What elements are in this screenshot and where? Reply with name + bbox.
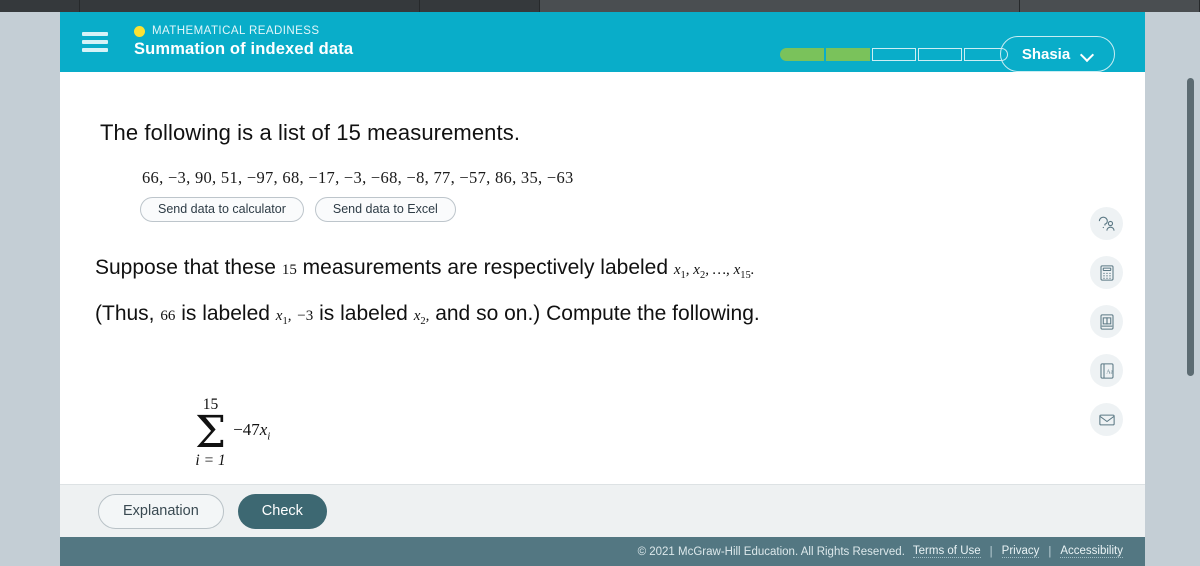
- question-content: The following is a list of 15 measuremen…: [60, 72, 1145, 484]
- reference-book-icon[interactable]: [1090, 305, 1123, 338]
- prompt-part-d: is labeled: [181, 302, 270, 325]
- user-menu-button[interactable]: Shasia: [1000, 36, 1115, 72]
- svg-text:Aa: Aa: [1106, 369, 1113, 375]
- footer-separator: |: [1048, 545, 1052, 558]
- chevron-down-icon: [1082, 49, 1093, 60]
- glossary-icon[interactable]: Aa: [1090, 354, 1123, 387]
- browser-tab[interactable]: [80, 0, 420, 12]
- privacy-link[interactable]: Privacy: [1001, 545, 1040, 558]
- explanation-button[interactable]: Explanation: [98, 493, 224, 529]
- measurement-data-list: 66, −3, 90, 51, −97, 68, −17, −3, −68, −…: [142, 168, 574, 187]
- summation-coefficient: −47: [233, 420, 260, 440]
- progress-pip-empty: [872, 48, 916, 61]
- app-header: MATHEMATICAL READINESS Summation of inde…: [60, 12, 1145, 72]
- prompt-second-value: −3: [297, 308, 314, 324]
- prompt-part-b: measurements are respectively labeled: [302, 256, 669, 279]
- page-scrollbar-thumb[interactable]: [1187, 78, 1194, 376]
- footer: © 2021 McGraw-Hill Education. All Rights…: [60, 537, 1145, 566]
- prompt-second-label: x2,: [413, 308, 430, 327]
- send-to-excel-button[interactable]: Send data to Excel: [314, 197, 456, 222]
- prompt-first-value: 66: [160, 308, 176, 324]
- prompt-line-2: Suppose that these 15 measurements are r…: [95, 249, 1105, 341]
- user-name-label: Shasia: [1021, 45, 1071, 63]
- prompt-part-a: Suppose that these: [95, 256, 276, 279]
- accessibility-link[interactable]: Accessibility: [1060, 545, 1123, 558]
- lesson-title-block: MATHEMATICAL READINESS Summation of inde…: [134, 25, 353, 59]
- yellow-status-dot: [134, 25, 145, 37]
- calculator-icon[interactable]: [1090, 256, 1123, 289]
- ask-tutor-icon[interactable]: [1090, 207, 1123, 240]
- course-name: MATHEMATICAL READINESS: [152, 25, 320, 37]
- sigma-stack: 15 Σ i = 1: [195, 397, 226, 469]
- action-bar: Explanation Check: [60, 484, 1145, 537]
- browser-tab-active[interactable]: [540, 0, 1020, 12]
- send-to-calculator-button[interactable]: Send data to calculator: [140, 197, 304, 222]
- prompt-part-f: and so on.) Compute the following.: [435, 302, 760, 325]
- check-button[interactable]: Check: [237, 493, 327, 529]
- browser-tab[interactable]: [420, 0, 540, 12]
- summation-index: i: [267, 430, 271, 443]
- browser-tab[interactable]: [1020, 0, 1200, 12]
- hamburger-bar: [82, 40, 108, 44]
- progress-pip-filled: [780, 48, 824, 61]
- progress-bar: [780, 48, 1008, 61]
- prompt-count: 15: [281, 262, 297, 278]
- browser-chrome: [0, 0, 1200, 12]
- app-window: MATHEMATICAL READINESS Summation of inde…: [60, 12, 1145, 566]
- progress-pip-filled: [826, 48, 870, 61]
- summation-lower-limit: i = 1: [195, 452, 226, 470]
- prompt-part-c: (Thus,: [95, 302, 155, 325]
- tool-rail: Aa: [1090, 207, 1123, 436]
- footer-separator: |: [989, 545, 993, 558]
- terms-of-use-link[interactable]: Terms of Use: [912, 545, 981, 558]
- prompt-label-list: x1, x2, …, x15.: [673, 262, 755, 281]
- hamburger-bar: [82, 32, 108, 36]
- prompt-first-label: x1,: [275, 308, 292, 327]
- hamburger-icon[interactable]: [82, 32, 108, 52]
- summation-formula: 15 Σ i = 1 −47xi: [195, 397, 270, 469]
- summation-expression-body: −47xi: [233, 420, 270, 442]
- prompt-part-e: is labeled: [319, 302, 408, 325]
- copyright-text: © 2021 McGraw-Hill Education. All Rights…: [637, 545, 905, 558]
- message-icon[interactable]: [1090, 403, 1123, 436]
- hamburger-bar: [82, 48, 108, 52]
- browser-tab[interactable]: [0, 0, 80, 12]
- data-export-buttons: Send data to calculator Send data to Exc…: [140, 197, 456, 222]
- course-eyebrow: MATHEMATICAL READINESS: [134, 25, 353, 37]
- page-title: Summation of indexed data: [134, 40, 354, 58]
- progress-pip-empty: [918, 48, 962, 61]
- sigma-icon: Σ: [195, 406, 227, 458]
- prompt-line-1: The following is a list of 15 measuremen…: [100, 120, 521, 145]
